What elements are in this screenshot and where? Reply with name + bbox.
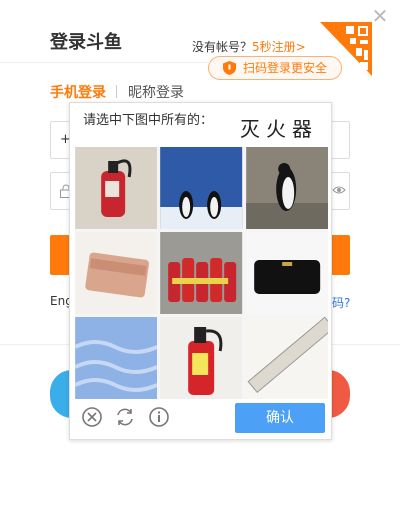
captcha-tile[interactable] (160, 232, 243, 314)
captcha-tile[interactable] (245, 317, 328, 399)
register-link[interactable]: 5秒注册> (252, 40, 306, 54)
captcha-popup: 请选中下图中所有的： 灭火器 确认 (69, 102, 332, 440)
captcha-toolbar: 确认 (70, 395, 331, 439)
forgot-password-link[interactable]: 码? (332, 294, 350, 311)
close-icon[interactable]: ✕ (370, 6, 390, 26)
refresh-icon[interactable] (114, 406, 136, 428)
tab-nickname-login[interactable]: 昵称登录 (128, 82, 184, 102)
pink-wallet-image (75, 232, 158, 314)
captcha-tile[interactable] (75, 147, 158, 229)
shield-icon (223, 61, 236, 75)
captcha-tile[interactable] (245, 147, 328, 229)
captcha-tile[interactable] (245, 232, 328, 314)
fire-extinguisher-image (75, 147, 158, 229)
page-title: 登录斗鱼 (50, 32, 122, 53)
penguin-rocks-image (245, 147, 328, 229)
blue-water-image (75, 317, 158, 399)
penguins-image (160, 147, 243, 229)
captcha-prompt: 请选中下图中所有的： (83, 113, 214, 128)
tab-separator (116, 85, 117, 98)
black-wallet-image (245, 232, 328, 314)
qr-login-tip[interactable]: 扫码登录更安全 (208, 56, 342, 80)
login-dialog: 登录斗鱼 ✕ 没有帐号？5秒注册> 扫码登录更安全 手机登录 昵称登录 + En… (0, 0, 400, 515)
qr-tip-label: 扫码登录更安全 (243, 61, 328, 75)
captcha-target-word: 灭火器 (240, 117, 318, 141)
close-circle-icon[interactable] (81, 406, 103, 428)
captcha-tile[interactable] (75, 317, 158, 399)
fire-extinguishers-group-image (160, 232, 243, 314)
eye-icon[interactable] (332, 183, 346, 197)
captcha-tile[interactable] (160, 147, 243, 229)
tab-phone-login[interactable]: 手机登录 (50, 82, 106, 102)
fire-extinguisher-red-image (160, 317, 243, 399)
ruler-image (245, 317, 328, 399)
header-divider (0, 62, 210, 63)
captcha-tile[interactable] (160, 317, 243, 399)
captcha-grid (75, 147, 328, 399)
captcha-confirm-button[interactable]: 确认 (235, 403, 325, 433)
register-prompt: 没有帐号？5秒注册> (192, 38, 306, 55)
register-prefix: 没有帐号？ (192, 40, 253, 54)
captcha-tile[interactable] (75, 232, 158, 314)
info-icon[interactable] (148, 406, 170, 428)
